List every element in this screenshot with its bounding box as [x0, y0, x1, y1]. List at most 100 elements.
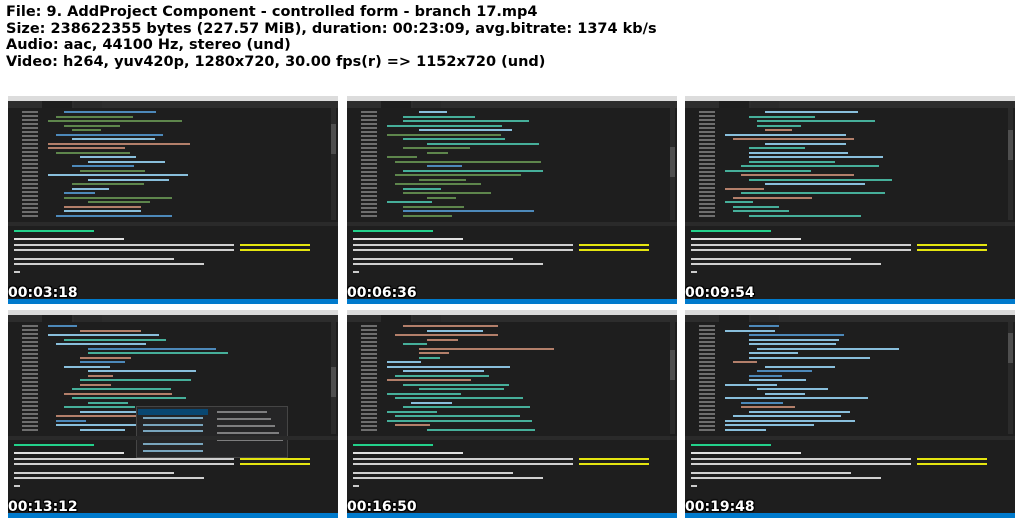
line-number [361, 385, 377, 387]
terminal-line [353, 263, 543, 265]
line-number [361, 409, 377, 411]
code-line [427, 151, 448, 154]
code-line [765, 365, 835, 368]
code-line [387, 379, 471, 381]
terminal-line [14, 238, 124, 240]
thumbnail-timestamp: 00:16:50 [347, 499, 417, 515]
code-line [749, 374, 782, 377]
line-number [699, 199, 715, 201]
line-number [22, 345, 38, 347]
line-number [361, 405, 377, 407]
code-line [427, 428, 535, 431]
line-number [361, 373, 377, 375]
line-number [361, 345, 377, 347]
code-line [403, 406, 530, 408]
line-number [22, 325, 38, 327]
line-number [22, 127, 38, 129]
line-number [22, 191, 38, 193]
code-line [88, 352, 228, 354]
line-number [699, 413, 715, 415]
code-line [749, 379, 806, 381]
code-line [725, 419, 855, 422]
line-number [361, 333, 377, 335]
code-line [72, 183, 144, 185]
line-number [699, 211, 715, 213]
line-number [361, 341, 377, 343]
code-line [80, 169, 145, 172]
code-line [48, 120, 182, 122]
code-line [403, 343, 427, 345]
autocomplete-item [143, 417, 203, 419]
editor-tab-bar [347, 315, 677, 322]
terminal-line [691, 463, 911, 465]
line-number [699, 361, 715, 363]
scrollbar-thumb [670, 147, 675, 177]
terminal-line [353, 463, 573, 465]
line-number [361, 361, 377, 363]
terminal-line [579, 463, 649, 465]
code-line [80, 428, 125, 431]
line-number-gutter [8, 322, 44, 434]
thumbnail-timestamp: 00:03:18 [8, 285, 78, 301]
line-number [22, 421, 38, 423]
editor-tab-bar [347, 101, 677, 108]
line-number [361, 381, 377, 383]
code-line [56, 419, 86, 422]
code-line [80, 356, 131, 359]
code-line [56, 115, 133, 118]
code-line [427, 329, 483, 332]
terminal-panel [8, 440, 338, 504]
file-size-line: Size: 238622355 bytes (227.57 MiB), dura… [6, 20, 657, 37]
terminal-line [691, 258, 851, 260]
code-line [749, 147, 805, 149]
autocomplete-doc-line [217, 418, 271, 420]
editor-tab [381, 101, 411, 108]
terminal-line [14, 463, 234, 465]
code-line [88, 160, 165, 163]
line-number [699, 183, 715, 185]
terminal-panel [347, 226, 677, 290]
line-number [22, 389, 38, 391]
code-line [387, 124, 502, 127]
line-number [22, 163, 38, 165]
terminal-line [14, 452, 124, 454]
code-line [427, 142, 539, 145]
terminal-line [691, 230, 771, 232]
code-line [80, 361, 125, 363]
audio-info-line: Audio: aac, 44100 Hz, stereo (und) [6, 37, 291, 53]
terminal-line [917, 249, 987, 251]
code-line [411, 401, 452, 404]
code-line [387, 201, 432, 203]
line-number [699, 365, 715, 367]
editor-tab [413, 101, 441, 108]
code-line [741, 192, 885, 194]
line-number [699, 111, 715, 113]
code-line [395, 424, 430, 426]
line-number [699, 401, 715, 403]
terminal-panel [347, 440, 677, 504]
code-line [48, 174, 188, 176]
line-number [361, 171, 377, 173]
line-number [361, 207, 377, 209]
terminal-line [691, 477, 881, 479]
code-line [387, 419, 532, 422]
terminal-line [917, 463, 987, 465]
code-line [48, 325, 77, 327]
code-line [80, 329, 141, 332]
code-line [419, 352, 449, 354]
line-number [361, 199, 377, 201]
editor-tab [74, 101, 102, 108]
code-line [80, 156, 136, 158]
line-number [22, 187, 38, 189]
code-line [387, 156, 417, 158]
line-number [699, 377, 715, 379]
code-line [725, 428, 766, 431]
line-number [699, 195, 715, 197]
code-line [419, 111, 447, 113]
line-number [361, 147, 377, 149]
line-number [22, 171, 38, 173]
terminal-line [353, 477, 543, 479]
line-number [699, 409, 715, 411]
code-line [64, 196, 172, 199]
code-line [749, 356, 870, 359]
